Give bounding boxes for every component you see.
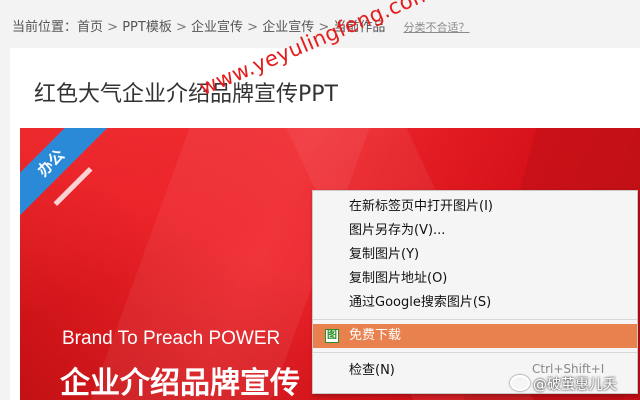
wrong-category-link[interactable]: 分类不合适？	[404, 21, 470, 34]
weibo-icon	[510, 375, 530, 391]
menu-copy-image[interactable]: 复制图片(Y)	[313, 243, 637, 267]
breadcrumb-separator: >	[243, 20, 263, 35]
menu-divider	[313, 319, 637, 320]
page-title: 红色大气企业介绍品牌宣传PPT	[34, 82, 338, 107]
menu-open-image-new-tab[interactable]: 在新标签页中打开图片(I)	[313, 195, 637, 219]
brand-chinese-heading: 企业介绍品牌宣传	[60, 366, 300, 400]
brand-english-heading: Brand To Preach POWER	[62, 328, 281, 349]
menu-divider	[313, 352, 637, 353]
category-ribbon: 办公	[20, 128, 108, 220]
menu-copy-image-address[interactable]: 复制图片地址(O)	[313, 267, 637, 291]
weibo-watermark: @破茧惠儿夭	[510, 374, 617, 394]
weibo-handle: @破茧惠儿夭	[533, 377, 617, 393]
download-extension-icon: 图	[325, 329, 339, 343]
breadcrumb-separator: >	[171, 20, 191, 35]
breadcrumb-separator: >	[103, 20, 123, 35]
breadcrumb-item-home[interactable]: 首页	[77, 20, 103, 35]
breadcrumb-prefix: 当前位置：	[12, 20, 78, 35]
breadcrumb-item-ppt-templates[interactable]: PPT模板	[122, 20, 172, 35]
menu-search-google-image[interactable]: 通过Google搜索图片(S)	[313, 291, 637, 315]
breadcrumb-item-corporate[interactable]: 企业宣传	[191, 20, 243, 35]
menu-free-download[interactable]: 图 免费下载	[313, 324, 637, 348]
menu-free-download-label: 免费下载	[349, 328, 402, 343]
menu-save-image-as[interactable]: 图片另存为(V)...	[313, 219, 637, 243]
breadcrumb: 当前位置：首页 > PPT模板 > 企业宣传 > 企业宣传 > 当前作品 分类不…	[12, 16, 470, 35]
